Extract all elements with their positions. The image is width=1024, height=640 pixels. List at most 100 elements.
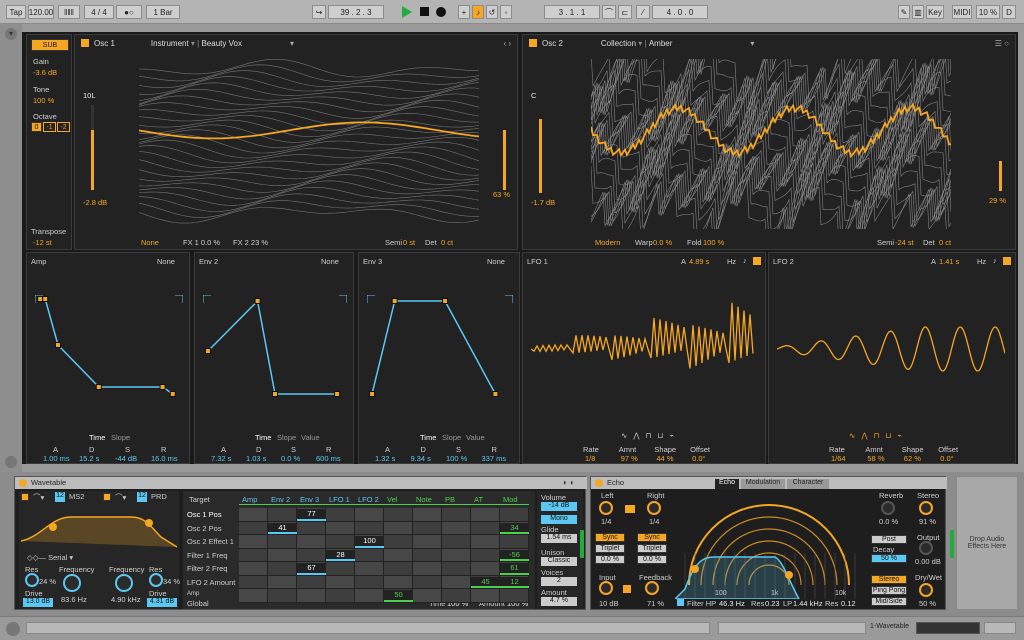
matrix-cell[interactable] [355, 548, 384, 562]
matrix-cell[interactable] [326, 521, 355, 535]
envelope-tab[interactable]: Slope [277, 433, 296, 442]
envelope-node[interactable] [272, 391, 278, 397]
voice-mode[interactable]: Mono [541, 515, 577, 524]
matrix-cell[interactable] [500, 508, 529, 522]
drywet[interactable]: 50 % [919, 599, 936, 608]
echo-left-mode[interactable]: Triplet [595, 544, 625, 553]
echo-hp-res[interactable]: 0.23 [765, 599, 780, 608]
routing-menu[interactable]: ◇◇— Serial ▾ [27, 553, 73, 562]
envelope-param-value[interactable]: 9.34 s [411, 454, 431, 463]
tap-button[interactable]: Tap [6, 5, 26, 19]
envelope-node[interactable] [204, 348, 211, 354]
envelope-display[interactable] [367, 295, 513, 405]
loop-start[interactable]: 3 . 1 . 1 [544, 5, 600, 19]
filter1-handle[interactable] [49, 523, 57, 531]
output[interactable]: 0.00 dB [915, 557, 941, 566]
matrix-cell[interactable] [297, 535, 326, 549]
glide[interactable]: 1.54 ms [541, 534, 577, 543]
echo-filter-toggle[interactable] [677, 599, 684, 606]
f1-res[interactable]: 24 % [39, 577, 56, 586]
envelope-mode[interactable]: None [321, 257, 339, 266]
matrix-cell[interactable] [384, 548, 413, 562]
matrix-value[interactable]: 34 [500, 522, 529, 534]
matrix-cell[interactable] [239, 535, 268, 549]
envelope-tab[interactable]: Time [420, 433, 436, 442]
filter2-toggle[interactable] [103, 493, 111, 501]
echo-right-offset[interactable]: 0.0 % [637, 555, 667, 564]
matrix-cell[interactable] [471, 548, 500, 562]
matrix-cell[interactable] [326, 575, 355, 589]
note-icon[interactable]: ♪ [743, 256, 747, 265]
echo-display[interactable]: 100 1k 10k [675, 491, 863, 599]
osc1-wavetable-display[interactable] [139, 59, 479, 229]
matrix-cell[interactable] [384, 508, 413, 522]
envelope-node[interactable] [169, 391, 176, 397]
matrix-cell[interactable] [471, 508, 500, 522]
matrix-cell[interactable] [384, 535, 413, 549]
envelope-node[interactable] [159, 384, 166, 390]
osc1-fx-mode[interactable]: None [141, 238, 159, 247]
unison-mode[interactable]: Classic [541, 557, 577, 566]
matrix-cell[interactable] [239, 508, 268, 522]
echo-left-knob[interactable] [599, 501, 613, 515]
matrix-cell[interactable] [355, 575, 384, 589]
envelope-param-value[interactable]: 100 % [446, 454, 467, 463]
f2-res[interactable]: 34 % [163, 577, 180, 586]
play-icon[interactable] [402, 6, 412, 18]
decay[interactable]: 50 % [871, 554, 907, 563]
stereo-knob[interactable] [919, 501, 933, 515]
draw-icon[interactable]: ⁄ [636, 5, 650, 19]
matrix-cell[interactable] [326, 562, 355, 576]
matrix-cell[interactable] [355, 562, 384, 576]
matrix-value[interactable]: 12 [500, 576, 529, 588]
prev-next-icon[interactable]: ‹ › [503, 39, 511, 48]
matrix-cell[interactable] [355, 521, 384, 535]
lfo-hz-toggle[interactable]: Hz [727, 257, 736, 266]
envelope-param-value[interactable]: 600 ms [316, 454, 341, 463]
f1-freq-knob[interactable] [63, 574, 81, 592]
f2-freq[interactable]: 4.90 kHz [111, 595, 141, 604]
filter1-type[interactable]: MS2 [69, 492, 84, 501]
record-icon[interactable] [436, 7, 446, 17]
matrix-value[interactable]: 77 [297, 509, 326, 521]
matrix-cell[interactable] [355, 508, 384, 522]
lfo-retrigger-icon[interactable] [1003, 257, 1011, 265]
envelope-mode[interactable]: None [157, 257, 175, 266]
chevron-down-icon[interactable]: ▾ [290, 39, 294, 48]
echo-right[interactable]: 1/4 [649, 517, 659, 526]
matrix-cell[interactable] [413, 575, 442, 589]
menu-icon[interactable]: ☰ ○ [995, 39, 1009, 48]
lfo-param-value[interactable]: 62 % [904, 454, 921, 463]
matrix-cell[interactable] [326, 508, 355, 522]
matrix-cell[interactable] [326, 589, 355, 603]
envelope-node[interactable] [95, 384, 102, 390]
lfo-param-value[interactable]: 97 % [621, 454, 638, 463]
lfo-hz-toggle[interactable]: Hz [977, 257, 986, 266]
matrix-value[interactable]: 61 [500, 563, 529, 575]
matrix-cell[interactable] [239, 548, 268, 562]
reverb-knob[interactable] [881, 501, 895, 515]
echo-left-sync[interactable]: Sync [595, 533, 625, 542]
envelope-tab[interactable]: Value [466, 433, 485, 442]
lfo-display[interactable] [777, 289, 1005, 399]
envelope-display[interactable] [203, 295, 347, 405]
envelope-param-value[interactable]: 15.2 s [79, 454, 99, 463]
time-signature[interactable]: 4 / 4 [84, 5, 114, 19]
matrix-cell[interactable] [413, 508, 442, 522]
filter1-toggle[interactable] [21, 493, 29, 501]
f1-freq[interactable]: 83.6 Hz [61, 595, 87, 604]
osc2-det[interactable]: 0 ct [939, 238, 951, 247]
echo-feedback[interactable]: 71 % [647, 599, 664, 608]
midi-map-button[interactable]: MIDI [952, 5, 972, 19]
matrix-cell[interactable] [268, 589, 297, 603]
device-overview[interactable] [916, 622, 980, 634]
matrix-target[interactable]: Amp [187, 591, 199, 597]
reverb[interactable]: 0.0 % [879, 517, 898, 526]
punch-icon[interactable]: ⊏ [618, 5, 632, 19]
filter-response-display[interactable] [21, 507, 177, 551]
echo-power-icon[interactable] [595, 479, 603, 487]
osc1-wavetable[interactable]: Beauty Vox [201, 39, 241, 48]
matrix-cell[interactable] [471, 562, 500, 576]
envelope-node[interactable] [369, 391, 376, 397]
lfo-param-value[interactable]: 44 % [656, 454, 673, 463]
